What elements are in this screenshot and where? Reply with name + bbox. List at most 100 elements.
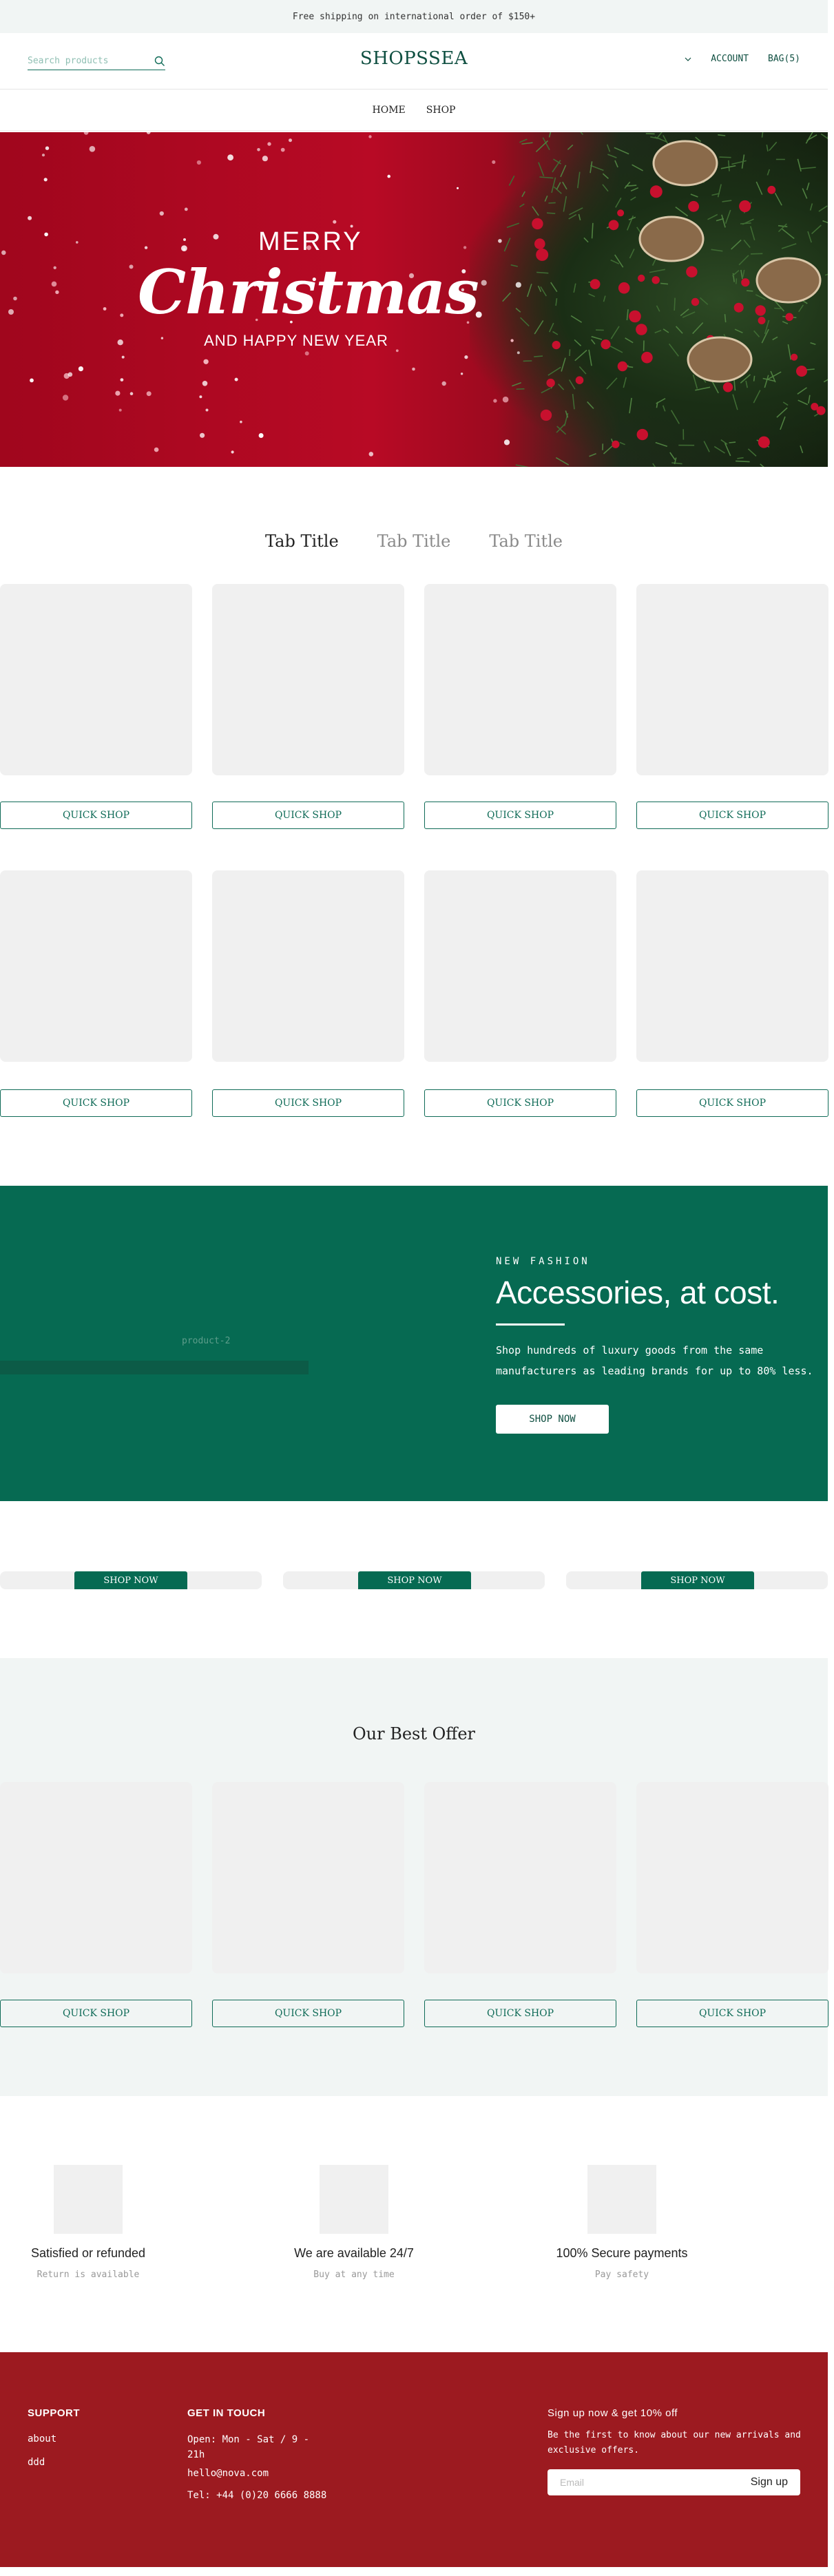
- nav-item-shop[interactable]: SHOP: [426, 105, 456, 116]
- pine-needle: [521, 191, 525, 198]
- pine-needle: [774, 307, 782, 310]
- berry: [767, 185, 776, 194]
- pine-needle: [626, 215, 634, 231]
- site-logo[interactable]: SHOPSSEA: [360, 48, 468, 69]
- product-image[interactable]: [424, 1782, 616, 1973]
- quick-shop-button[interactable]: QUICK SHOP: [0, 802, 192, 829]
- snow-dot: [115, 390, 121, 396]
- pine-needle: [753, 330, 760, 337]
- pine-needle: [724, 443, 731, 457]
- quick-shop-button[interactable]: QUICK SHOP: [0, 2000, 192, 2027]
- newsletter-signup-button[interactable]: Sign up: [751, 2476, 788, 2489]
- pine-needle: [809, 203, 813, 211]
- pine-needle: [550, 282, 558, 293]
- pine-needle: [502, 292, 511, 302]
- pine-needle: [580, 132, 584, 136]
- snow-dot: [460, 373, 463, 375]
- product-image[interactable]: [0, 870, 192, 1062]
- snow-dot: [202, 381, 208, 386]
- quick-shop-button[interactable]: QUICK SHOP: [636, 1089, 828, 1117]
- collection-shop-now-button[interactable]: SHOP NOW: [358, 1571, 471, 1589]
- bag-link[interactable]: BAG(5): [768, 54, 800, 64]
- collection-shop-now-button[interactable]: SHOP NOW: [641, 1571, 754, 1589]
- product-image[interactable]: [424, 584, 616, 775]
- snow-dot: [117, 339, 123, 346]
- quick-shop-button[interactable]: QUICK SHOP: [0, 1089, 192, 1117]
- chevron-down-icon[interactable]: [685, 56, 691, 62]
- snow-dot: [183, 238, 186, 241]
- pine-needle: [711, 249, 723, 252]
- newsletter-email-input[interactable]: [560, 2477, 732, 2488]
- berry: [686, 266, 698, 278]
- quick-shop-button[interactable]: QUICK SHOP: [424, 1089, 616, 1117]
- snow-dot: [78, 366, 83, 372]
- search-box[interactable]: [28, 52, 165, 70]
- tab-3[interactable]: Tab Title: [489, 532, 563, 551]
- snow-dot: [457, 187, 459, 189]
- pine-needle: [542, 137, 550, 150]
- pine-needle: [805, 132, 813, 144]
- snow-dot: [502, 396, 509, 403]
- pine-needle: [737, 457, 744, 459]
- pine-needle: [570, 315, 583, 323]
- pine-needle: [521, 142, 533, 145]
- pine-needle: [629, 397, 632, 414]
- pine-needle: [544, 195, 548, 202]
- quick-shop-button[interactable]: QUICK SHOP: [212, 1089, 404, 1117]
- pine-needle: [722, 200, 732, 202]
- pine-needle: [719, 156, 731, 158]
- snow-dot: [41, 154, 45, 157]
- berry: [641, 351, 653, 364]
- product-image[interactable]: [0, 1782, 192, 1973]
- snow-dot: [159, 211, 164, 216]
- snow-dot: [200, 432, 205, 438]
- quick-shop-button[interactable]: QUICK SHOP: [424, 802, 616, 829]
- product-image[interactable]: [424, 870, 616, 1062]
- product-image[interactable]: [212, 1782, 404, 1973]
- pine-cone: [755, 257, 822, 304]
- product-image[interactable]: [636, 1782, 828, 1973]
- snow-dot: [144, 246, 148, 249]
- footer-hours: Open: Mon - Sat / 9 - 21h: [187, 2434, 310, 2460]
- quick-shop-button[interactable]: QUICK SHOP: [424, 2000, 616, 2027]
- search-icon[interactable]: [154, 56, 165, 67]
- tab-1[interactable]: Tab Title: [265, 532, 339, 551]
- pine-needle: [747, 448, 757, 457]
- nav-item-home[interactable]: HOME: [373, 105, 406, 116]
- berry: [739, 200, 751, 213]
- snow-dot: [441, 381, 446, 386]
- snow-dot: [45, 146, 50, 150]
- account-link[interactable]: ACCOUNT: [711, 54, 749, 64]
- product-image[interactable]: [636, 870, 828, 1062]
- snow-dot: [28, 216, 32, 220]
- hero-banner[interactable]: MERRY Christmas AND HAPPY NEW YEAR: [0, 132, 828, 467]
- footer-email-link[interactable]: hello@nova.com: [187, 2468, 269, 2479]
- quick-shop-button[interactable]: QUICK SHOP: [212, 802, 404, 829]
- quick-shop-button[interactable]: QUICK SHOP: [212, 2000, 404, 2027]
- footer-phone-link[interactable]: Tel: +44 (0)20 6666 8888: [187, 2490, 326, 2501]
- snow-dot: [492, 160, 496, 164]
- collection-shop-now-button[interactable]: SHOP NOW: [74, 1571, 187, 1589]
- snow-dot: [257, 148, 260, 151]
- footer-link-about[interactable]: about: [28, 2433, 56, 2444]
- product-image[interactable]: [0, 584, 192, 775]
- product-image[interactable]: [212, 870, 404, 1062]
- site-header: SHOPSSEA ACCOUNT BAG(5): [0, 33, 828, 90]
- product-image[interactable]: [212, 584, 404, 775]
- feature-title: 100% Secure payments: [556, 2246, 688, 2260]
- pine-needle: [721, 214, 726, 228]
- promo-description: Shop hundreds of luxury goods from the s…: [496, 1344, 813, 1377]
- footer-link-ddd[interactable]: ddd: [28, 2457, 45, 2468]
- pine-needle: [536, 271, 549, 274]
- berry: [733, 302, 744, 313]
- quick-shop-button[interactable]: QUICK SHOP: [636, 2000, 828, 2027]
- snow-dot: [464, 355, 468, 359]
- berry: [601, 339, 611, 350]
- snow-dot: [205, 408, 209, 412]
- product-image[interactable]: [636, 584, 828, 775]
- tab-2[interactable]: Tab Title: [377, 532, 451, 551]
- promo-shop-now-button[interactable]: SHOP NOW: [496, 1405, 609, 1434]
- snow-dot: [181, 245, 187, 251]
- search-input[interactable]: [28, 56, 145, 66]
- quick-shop-button[interactable]: QUICK SHOP: [636, 802, 828, 829]
